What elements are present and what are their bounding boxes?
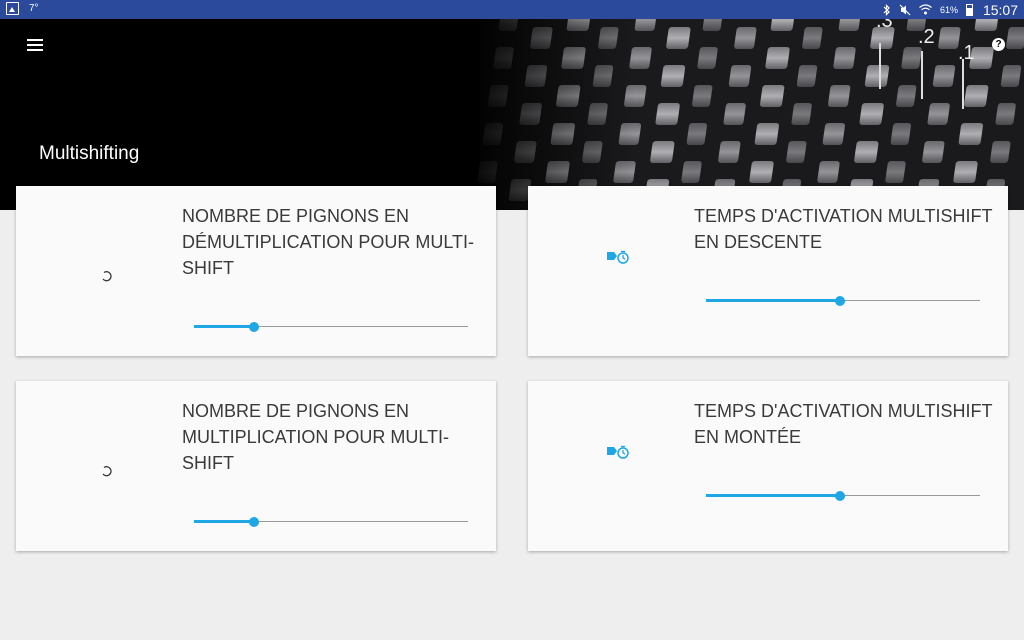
slider-track[interactable] — [706, 491, 980, 501]
gear-label-2: .2 — [918, 26, 935, 48]
clock: 15:07 — [982, 1, 1018, 18]
help-icon[interactable]: ? — [992, 38, 1005, 51]
refresh-icon — [102, 466, 112, 477]
setting-card-downshift-timing: TEMPS D'ACTIVATION MULTISHIFT EN DESCENT… — [528, 186, 1008, 356]
page-title: Multishifting — [39, 143, 140, 164]
slider-thumb[interactable] — [835, 296, 846, 306]
status-bar: 7° 61% 15:07 — [0, 0, 1024, 19]
slider-fill — [194, 520, 255, 523]
slider-thumb[interactable] — [249, 322, 260, 332]
setting-card-upshift-timing: TEMPS D'ACTIVATION MULTISHIFT EN MONTÉE — [528, 381, 1008, 551]
shift-timer-icon — [607, 445, 629, 459]
setting-card-downshift-sprockets: NOMBRE DE PIGNONS EN DÉMULTIPLICATION PO… — [16, 186, 496, 356]
card-title: NOMBRE DE PIGNONS EN DÉMULTIPLICATION PO… — [182, 206, 475, 278]
slider-fill — [706, 494, 841, 497]
slider-track[interactable] — [194, 322, 468, 332]
card-title: TEMPS D'ACTIVATION MULTISHIFT EN MONTÉE — [694, 401, 993, 447]
setting-card-upshift-sprockets: NOMBRE DE PIGNONS EN MULTIPLICATION POUR… — [16, 381, 496, 551]
gear-label-1: .1 — [958, 42, 975, 64]
slider-track[interactable] — [194, 517, 468, 527]
battery-icon — [965, 3, 973, 16]
gallery-notification-icon — [6, 2, 19, 15]
slider-fill — [194, 325, 255, 328]
wifi-icon — [919, 4, 932, 15]
slider-fill — [706, 299, 841, 302]
slider-thumb[interactable] — [249, 517, 260, 527]
header-banner: .3 .2 .1 ? Multishifting — [0, 19, 1024, 210]
temperature-text: 7° — [29, 3, 39, 14]
card-title: TEMPS D'ACTIVATION MULTISHIFT EN DESCENT… — [694, 206, 993, 252]
slider-thumb[interactable] — [835, 491, 846, 501]
card-title: NOMBRE DE PIGNONS EN MULTIPLICATION POUR… — [182, 401, 450, 473]
shift-timer-icon — [607, 250, 629, 264]
gear-label-3: .3 — [876, 19, 893, 32]
battery-percent: 61% — [939, 4, 958, 15]
menu-icon[interactable] — [27, 37, 45, 51]
bluetooth-icon — [883, 3, 890, 16]
mute-icon — [899, 4, 911, 15]
cassette-gears-image: .3 .2 .1 — [0, 19, 1024, 210]
refresh-icon — [102, 271, 112, 282]
slider-track[interactable] — [706, 296, 980, 306]
